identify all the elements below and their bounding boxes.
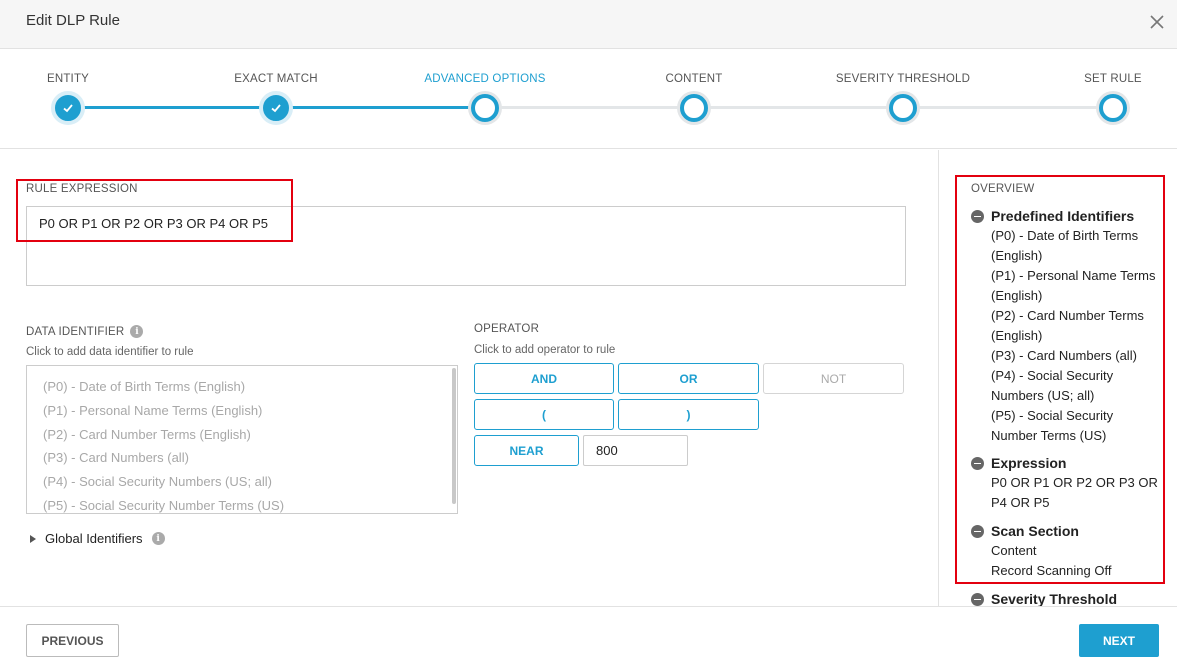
- step-label: ADVANCED OPTIONS: [424, 73, 546, 85]
- info-icon[interactable]: i: [151, 532, 165, 545]
- next-button[interactable]: NEXT: [1079, 624, 1159, 657]
- near-button[interactable]: NEAR: [474, 435, 579, 466]
- step-label: ENTITY: [46, 73, 90, 85]
- data-identifier-list[interactable]: (P0) - Date of Birth Terms (English) (P1…: [26, 365, 458, 514]
- overview-section-header[interactable]: Scan Section: [971, 521, 1161, 541]
- list-scrollbar[interactable]: [452, 368, 456, 504]
- step-current-marker: [471, 94, 499, 122]
- collapse-minus-icon[interactable]: [971, 209, 984, 223]
- list-item[interactable]: (P4) - Social Security Numbers (US; all): [43, 471, 441, 495]
- rule-expression-input[interactable]: P0 OR P1 OR P2 OR P3 OR P4 OR P5: [26, 206, 906, 286]
- dialog-header: Edit DLP Rule: [0, 0, 1177, 49]
- overview-line: (P3) - Card Numbers (all): [991, 348, 1137, 363]
- overview-panel: OVERVIEW Predefined Identifiers (P0) - D…: [938, 150, 1177, 606]
- expand-triangle-icon: [30, 534, 36, 543]
- global-identifiers-toggle[interactable]: Global Identifiers i: [30, 531, 165, 546]
- overview-line: Content: [991, 543, 1037, 558]
- collapse-minus-icon[interactable]: [971, 592, 984, 606]
- step-label: CONTENT: [665, 73, 723, 85]
- global-identifiers-label: Global Identifiers: [45, 531, 143, 546]
- checkmark-icon: [271, 104, 281, 113]
- list-item[interactable]: (P0) - Date of Birth Terms (English): [43, 376, 441, 400]
- step-complete-marker: [51, 91, 85, 125]
- list-item[interactable]: (P1) - Personal Name Terms (English): [43, 400, 441, 424]
- close-paren-button[interactable]: ): [618, 399, 759, 430]
- list-item[interactable]: (P5) - Social Security Number Terms (US): [43, 495, 441, 513]
- near-distance-input[interactable]: 800: [583, 435, 688, 466]
- overview-section-header[interactable]: Expression: [971, 453, 1161, 473]
- open-paren-button[interactable]: (: [474, 399, 614, 430]
- overview-line: P0 OR P1 OR P2 OR P3 OR P4 OR P5: [991, 475, 1158, 510]
- collapse-minus-icon[interactable]: [971, 524, 984, 538]
- list-item[interactable]: (P3) - Card Numbers (all): [43, 447, 441, 471]
- operator-label: OPERATOR: [474, 323, 540, 335]
- overview-title: OVERVIEW: [971, 183, 1035, 195]
- main-panel: RULE EXPRESSION P0 OR P1 OR P2 OR P3 OR …: [0, 150, 938, 606]
- overview-section-title: Scan Section: [991, 523, 1079, 539]
- dialog-title: Edit DLP Rule: [26, 12, 120, 29]
- step-label: SEVERITY THRESHOLD: [835, 73, 971, 85]
- step-label: SET RULE: [1084, 73, 1142, 85]
- data-identifier-hint: Click to add data identifier to rule: [26, 346, 194, 358]
- overview-predefined-identifiers: Predefined Identifiers (P0) - Date of Bi…: [971, 206, 1161, 446]
- list-item[interactable]: (P2) - Card Number Terms (English): [43, 424, 441, 448]
- step-label: EXACT MATCH: [234, 73, 318, 85]
- step-pending-marker: [1099, 94, 1127, 122]
- step-pending-marker: [680, 94, 708, 122]
- overview-line: (P2) - Card Number Terms (English): [991, 308, 1144, 343]
- overview-section-header[interactable]: Predefined Identifiers: [971, 206, 1161, 226]
- operator-hint: Click to add operator to rule: [474, 344, 616, 356]
- checkmark-icon: [63, 104, 73, 113]
- rule-expression-label: RULE EXPRESSION: [26, 183, 138, 195]
- overview-line: Record Scanning Off: [991, 563, 1112, 578]
- step-complete-marker: [259, 91, 293, 125]
- overview-expression: Expression P0 OR P1 OR P2 OR P3 OR P4 OR…: [971, 453, 1161, 513]
- overview-line: (P0) - Date of Birth Terms (English): [991, 228, 1139, 263]
- or-button[interactable]: OR: [618, 363, 759, 394]
- overview-severity-threshold: Severity Threshold: [971, 589, 1117, 606]
- overview-section-header[interactable]: Severity Threshold: [971, 589, 1117, 606]
- and-button[interactable]: AND: [474, 363, 614, 394]
- overview-line: (P1) - Personal Name Terms (English): [991, 268, 1156, 303]
- data-identifier-header: DATA IDENTIFIER i: [26, 325, 144, 338]
- overview-section-title: Expression: [991, 455, 1067, 471]
- step-pending-marker: [889, 94, 917, 122]
- stepper-remaining-line: [485, 106, 1113, 109]
- overview-line: (P5) - Social Security Number Terms (US): [991, 408, 1114, 443]
- overview-section-title: Predefined Identifiers: [991, 208, 1135, 224]
- overview-section-title: Severity Threshold: [991, 591, 1118, 606]
- wizard-stepper: ENTITY EXACT MATCH ADVANCED OPTIONS CONT…: [0, 49, 1177, 149]
- overview-scan-section: Scan Section Content Record Scanning Off: [971, 521, 1161, 581]
- info-icon[interactable]: i: [130, 325, 144, 338]
- not-button[interactable]: NOT: [763, 363, 904, 394]
- close-icon[interactable]: [1147, 12, 1167, 32]
- dialog-footer: PREVIOUS NEXT: [0, 606, 1177, 664]
- previous-button[interactable]: PREVIOUS: [26, 624, 119, 657]
- overview-line: (P4) - Social Security Numbers (US; all): [991, 368, 1114, 403]
- collapse-minus-icon[interactable]: [971, 456, 984, 470]
- data-identifier-label: DATA IDENTIFIER: [26, 325, 125, 338]
